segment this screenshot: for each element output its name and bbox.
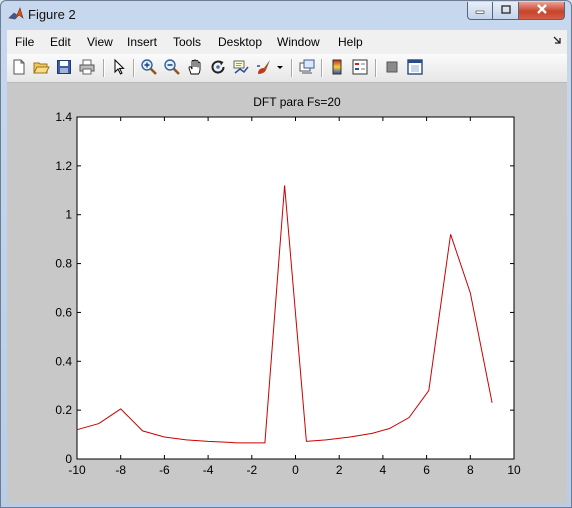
toolbar-separator	[103, 59, 105, 77]
x-tick-label: 6	[423, 463, 430, 477]
minimize-icon	[474, 4, 486, 18]
menu-help[interactable]: Help	[338, 35, 363, 49]
x-tick-label: 8	[467, 463, 474, 477]
y-tick-label: 0.8	[55, 257, 72, 271]
x-tick-label: -2	[246, 463, 257, 477]
x-tick-label: -6	[159, 463, 170, 477]
y-tick-label: 1	[65, 208, 72, 222]
pan-hand-icon[interactable]	[186, 58, 204, 76]
menu-desktop[interactable]: Desktop	[218, 35, 262, 49]
menu-edit[interactable]: Edit	[50, 35, 71, 49]
menu-file[interactable]: File	[15, 35, 34, 49]
toolbar-separator	[133, 59, 135, 77]
maximize-icon	[500, 4, 512, 18]
menu-bar: File Edit View Insert Tools Desktop Wind…	[7, 30, 567, 54]
figure-window: Figure 2 File Edit View Insert Tools Des…	[0, 0, 572, 508]
menu-insert[interactable]: Insert	[127, 35, 157, 49]
x-tick-label: -8	[115, 463, 126, 477]
menu-window[interactable]: Window	[277, 35, 320, 49]
colorbar-icon[interactable]	[328, 58, 346, 76]
plot-svg: DFT para Fs=20 -10 -8 -6 -4 -2 0 2 4 6 8 10 00.20.…	[55, 95, 521, 477]
zoom-out-icon[interactable]	[163, 58, 181, 76]
y-tick-label: 0.6	[55, 305, 72, 319]
y-tick-label: 1.2	[55, 159, 72, 173]
show-plot-tools-icon[interactable]	[406, 58, 424, 76]
dock-figure-icon[interactable]	[553, 36, 562, 48]
matlab-logo-icon	[8, 6, 24, 22]
menu-view[interactable]: View	[87, 35, 113, 49]
y-tick-label: 0	[65, 452, 72, 466]
y-tick-label: 0.4	[55, 354, 72, 368]
figure-canvas: DFT para Fs=20 -10 -8 -6 -4 -2 0 2 4 6 8 10 0 0.2 0.…	[7, 83, 567, 503]
figure-client-area: File Edit View Insert Tools Desktop Wind…	[7, 30, 567, 503]
rotate-3d-icon[interactable]	[209, 58, 227, 76]
y-tick-label: 0.2	[55, 403, 72, 417]
y-tick-label: 1.4	[55, 110, 72, 124]
x-tick-label: 4	[380, 463, 387, 477]
toolbar-separator	[321, 59, 323, 77]
chart-title: DFT para Fs=20	[253, 95, 341, 109]
hide-plot-tools-icon[interactable]	[383, 58, 401, 76]
toolbar-separator	[375, 59, 377, 77]
brush-dropdown-icon[interactable]	[276, 58, 284, 76]
legend-icon[interactable]	[351, 58, 369, 76]
window-title: Figure 2	[28, 7, 76, 22]
link-plot-icon[interactable]	[298, 58, 316, 76]
print-icon[interactable]	[78, 58, 96, 76]
edit-plot-arrow-icon[interactable]	[110, 58, 128, 76]
new-figure-icon[interactable]	[10, 58, 28, 76]
menu-tools[interactable]: Tools	[173, 35, 201, 49]
maximize-button[interactable]	[493, 2, 519, 20]
x-tick-label: -4	[203, 463, 214, 477]
close-button[interactable]	[519, 2, 565, 20]
x-tick-label: 0	[292, 463, 299, 477]
open-file-icon[interactable]	[32, 58, 50, 76]
toolbar-separator	[291, 59, 293, 77]
x-tick-label: 10	[507, 463, 521, 477]
minimize-button[interactable]	[467, 2, 493, 20]
data-cursor-icon[interactable]	[232, 58, 250, 76]
title-bar[interactable]: Figure 2	[1, 1, 571, 29]
brush-icon[interactable]	[255, 58, 273, 76]
axes-background[interactable]	[76, 116, 515, 460]
save-icon[interactable]	[55, 58, 73, 76]
figure-toolbar	[7, 54, 567, 83]
close-icon	[535, 3, 549, 18]
x-tick-label: 2	[336, 463, 343, 477]
zoom-in-icon[interactable]	[140, 58, 158, 76]
